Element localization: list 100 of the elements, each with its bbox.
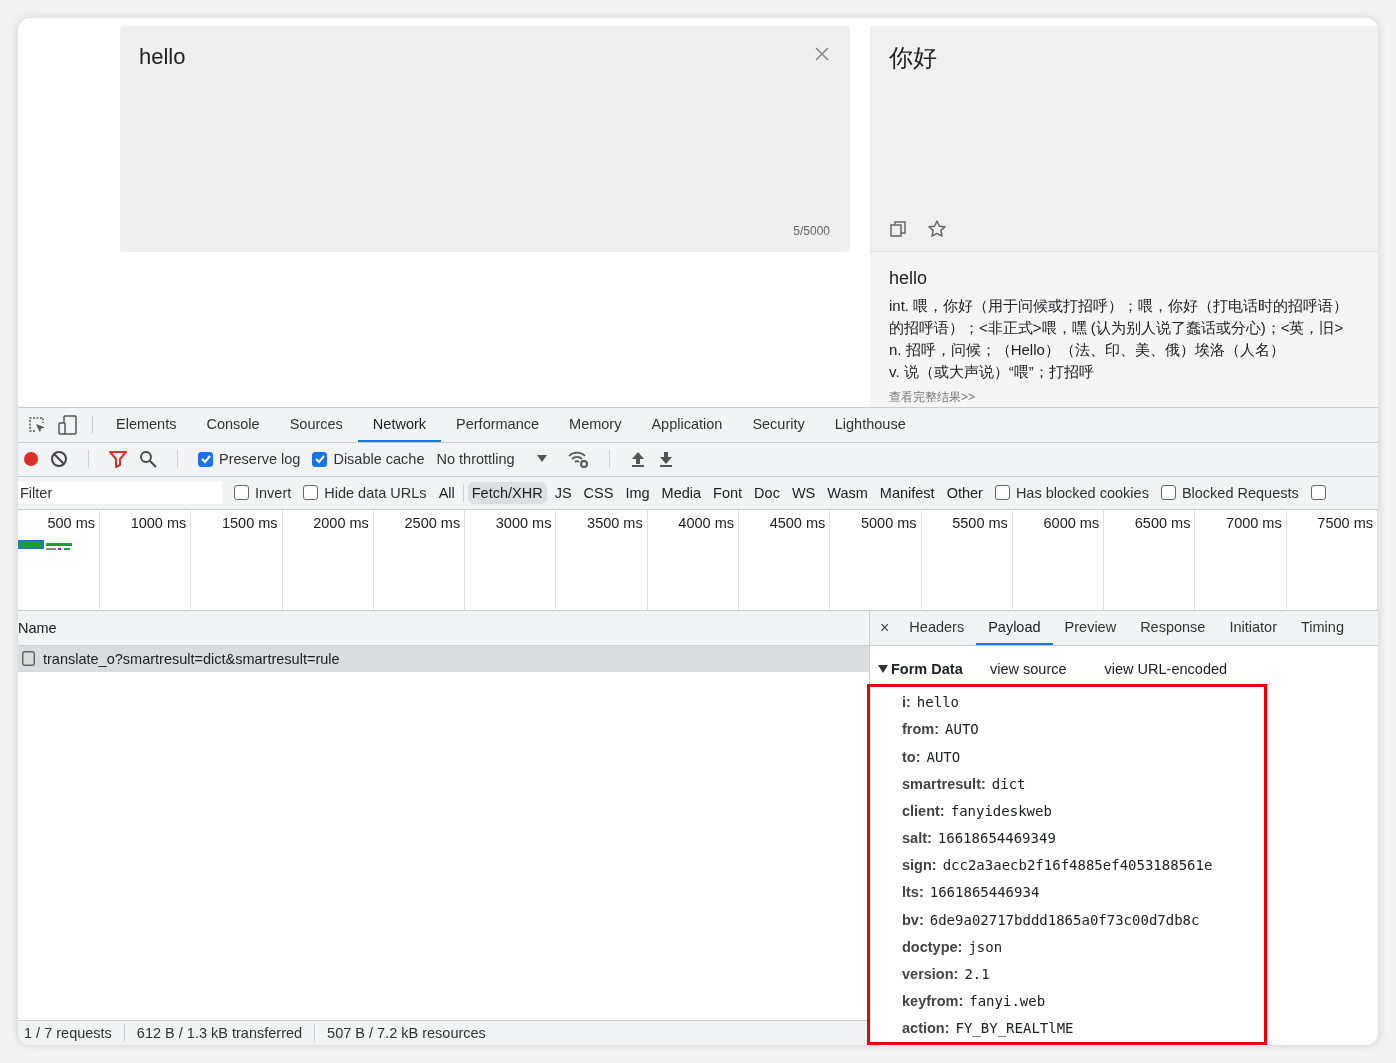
star-icon[interactable] [927,219,947,239]
field-key: from: [902,721,940,738]
detail-tab[interactable]: Payload [976,610,1053,645]
type-filter[interactable]: Wasm [823,481,872,504]
type-filter[interactable]: Img [621,481,654,504]
definition-line: int. 喂，你好（用于问候或打招呼）；喂，你好（打电话时的招呼语） [889,296,1350,316]
type-filter[interactable]: Manifest [875,481,939,504]
field-key: client: [902,802,945,819]
request-row[interactable]: translate_o?smartresult=dict&smartresult=rule [18,645,869,672]
field-key: doctype: [902,938,963,955]
time-tick: 6500 ms [1134,514,1191,531]
request-name: translate_o?smartresult=dict&smartresult=rule [43,650,340,667]
time-tick: 1000 ms [130,514,187,531]
inspect-icon[interactable] [28,415,46,434]
panel-tab[interactable]: Console [191,407,275,442]
type-filter[interactable]: JS [550,481,576,504]
clear-icon[interactable] [50,450,68,469]
time-tick: 4500 ms [769,514,826,531]
search-icon[interactable] [139,450,157,469]
field-value: dcc2a3aecb2f16f4885ef4053188561e [942,857,1213,874]
checkbox[interactable] [1310,485,1326,501]
type-filter[interactable]: Other [942,481,987,504]
option-checkbox[interactable]: Disable cache [312,451,425,468]
full-result-link[interactable]: 查看完整结果>> [889,389,1359,406]
filter-checkbox[interactable]: Hide data URLs [303,484,427,501]
check-icon [199,453,212,466]
throttling-dropdown[interactable]: No throttling [436,451,547,468]
field-value: fanyideskweb [950,802,1052,819]
field-key: version: [902,966,959,983]
detail-tab[interactable]: Headers [897,610,977,645]
translation-text: 你好 [889,43,938,73]
field-key: salt: [902,830,932,847]
time-tick: 4000 ms [678,514,734,531]
view-link[interactable]: view source [990,660,1067,677]
status-text: 1 / 7 requests [24,1025,112,1041]
type-filter[interactable]: Media [657,481,706,504]
record-button[interactable] [24,452,38,467]
definition-line: 的招呼语）；<非正式>喂，嘿 (认为别人说了蠢话或分心)；<英，旧> [889,318,1345,338]
filter-checkbox[interactable]: Has blocked cookies [994,484,1149,501]
panel-tab[interactable]: Lighthouse [819,407,921,442]
panel-tab[interactable]: Performance [441,407,555,442]
device-icon[interactable] [58,414,78,435]
status-text: 507 B / 7.2 kB resources [327,1025,486,1041]
upload-icon[interactable] [629,450,646,469]
definition-line: n. 招呼，问候；（Hello）（法、印、美、俄）埃洛（人名） [889,340,1286,360]
field-key: smartresult: [902,775,986,792]
caret-icon [536,455,547,464]
definition-line: v. 说（或大声说）“喂”；打招呼 [889,362,1095,382]
filter-checkbox[interactable]: Blocked Requests [1160,484,1299,501]
detail-tab[interactable]: Preview [1052,610,1129,645]
detail-tab[interactable]: Response [1128,610,1218,645]
headword: hello [889,268,929,289]
time-tick: 2000 ms [313,514,369,531]
triangle-icon [878,664,888,673]
field-key: to: [902,748,921,765]
type-filter[interactable]: Font [709,481,747,504]
time-tick: 7500 ms [1317,514,1373,531]
network-settings-icon[interactable] [566,450,589,469]
filter-field[interactable]: Filter [18,481,222,504]
time-tick: 3000 ms [495,514,552,531]
type-filter[interactable]: All [434,481,459,504]
type-filter[interactable]: Fetch/XHR [467,481,547,504]
section-toggle[interactable]: Form Data [878,660,990,677]
detail-tab[interactable]: Timing [1289,610,1356,645]
view-link[interactable]: view URL-encoded [1104,660,1228,677]
field-key: i: [902,694,911,711]
time-tick: 7000 ms [1226,514,1282,531]
char-count: 5/5000 [793,224,830,238]
panel-tab[interactable]: Application [636,407,738,442]
field-value: 2.1 [964,966,990,983]
source-text: hello [139,44,186,70]
type-filter[interactable]: Doc [750,481,784,504]
download-icon[interactable] [657,450,674,469]
field-key: bv: [902,911,924,928]
close-icon[interactable] [814,46,830,62]
detail-tab[interactable]: Initiator [1217,610,1289,645]
filter-icon[interactable] [109,450,127,469]
panel-tab[interactable]: Memory [554,407,637,442]
time-tick: 1500 ms [221,514,278,531]
panel-tab[interactable]: Elements [101,407,192,442]
field-value: dict [991,775,1026,792]
time-tick: 3500 ms [587,514,643,531]
time-tick: 500 ms [47,514,95,531]
copy-icon[interactable] [889,220,907,238]
panel-tab[interactable]: Network [357,407,442,442]
time-tick: 5000 ms [860,514,917,531]
close-button[interactable]: × [870,610,898,645]
panel-tab[interactable]: Security [737,407,820,442]
option-checkbox[interactable]: Preserve log [198,451,301,468]
status-text: 612 B / 1.3 kB transferred [136,1025,303,1041]
field-value: json [968,938,1003,955]
column-header[interactable]: Name [18,619,57,636]
field-key: lts: [902,884,924,901]
field-key: keyfrom: [902,993,964,1010]
panel-tab[interactable]: Sources [274,407,358,442]
type-filter[interactable]: WS [787,481,820,504]
time-tick: 2500 ms [404,514,461,531]
type-filter[interactable]: CSS [579,481,618,504]
filter-checkbox[interactable]: Invert [234,484,292,501]
time-tick: 6000 ms [1043,514,1100,531]
